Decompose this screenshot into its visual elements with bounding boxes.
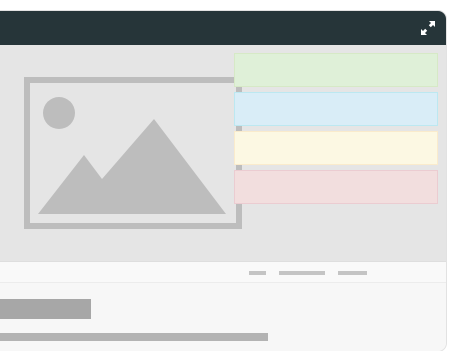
color-swatch-list [234, 53, 438, 209]
swatch-green[interactable] [234, 53, 438, 87]
content-placeholder [0, 283, 446, 351]
swatch-yellow[interactable] [234, 131, 438, 165]
titlebar [0, 11, 446, 45]
swatch-blue[interactable] [234, 92, 438, 126]
image-placeholder-icon [24, 77, 242, 229]
nav-dash-2[interactable] [279, 271, 325, 275]
expand-button[interactable] [420, 20, 436, 36]
text-placeholder-bar [0, 333, 268, 341]
expand-arrows-icon [421, 21, 435, 35]
image-placeholder [24, 77, 242, 229]
nav-dash-1[interactable] [249, 271, 266, 275]
media-canvas [0, 45, 446, 261]
title-placeholder-bar [0, 299, 91, 319]
nav-strip [0, 262, 446, 283]
nav-dash-3[interactable] [338, 271, 367, 275]
swatch-red[interactable] [234, 170, 438, 204]
app-window [0, 11, 446, 351]
